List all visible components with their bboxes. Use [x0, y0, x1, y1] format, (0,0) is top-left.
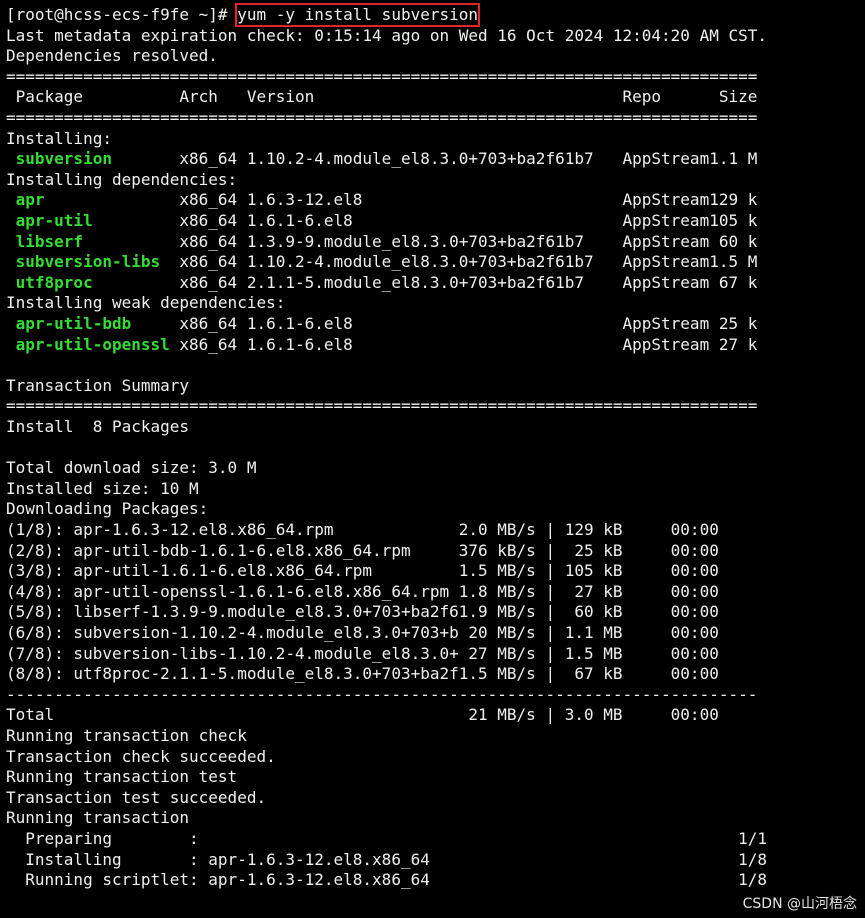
package-row: utf8proc x86_64 2.1.1-5.module_el8.3.0+7… — [6, 272, 758, 293]
download-row: (6/8): subversion-1.10.2-4.module_el8.3.… — [6, 623, 719, 642]
download-row: (8/8): utf8proc-2.1.1-5.module_el8.3.0+7… — [6, 664, 719, 684]
download-row: (2/8): apr-util-bdb-1.6.1-6.el8.x86_64.r… — [6, 540, 719, 560]
package-name: apr-util — [6, 211, 180, 230]
package-details: x86_64 1.6.1-6.el8 AppStream 25 k — [179, 314, 758, 333]
package-group-label: Installing: — [6, 128, 112, 148]
package-name: apr-util-bdb — [6, 314, 180, 333]
package-name: subversion — [6, 149, 180, 169]
separator-line: ========================================… — [6, 66, 758, 86]
package-details: x86_64 2.1.1-5.module_el8.3.0+703+ba2f61… — [179, 272, 758, 292]
shell-prompt: [root@hcss-ecs-f9fe ~]# — [6, 5, 238, 24]
package-row: subversion-libs x86_64 1.10.2-4.module_e… — [6, 252, 758, 272]
status-line: Running transaction test — [6, 767, 238, 787]
csdn-watermark: CSDN @山河梧念 — [742, 896, 857, 912]
total-row: Total 21 MB/s | 3.0 MB 00:00 — [6, 705, 719, 725]
table-header-row: Package Arch Version Repo Size — [6, 87, 758, 107]
package-row: apr-util x86_64 1.6.1-6.el8 AppStream105… — [6, 211, 758, 231]
download-row: (1/8): apr-1.6.3-12.el8.x86_64.rpm 2.0 M… — [6, 520, 719, 539]
package-row: subversion x86_64 1.10.2-4.module_el8.3.… — [6, 149, 758, 169]
progress-row: Preparing : 1/1 — [6, 829, 767, 848]
separator-line: ========================================… — [6, 396, 758, 416]
package-row: apr-util-openssl x86_64 1.6.1-6.el8 AppS… — [6, 334, 758, 355]
status-line: Running transaction check — [6, 726, 247, 745]
progress-row: Running scriptlet: apr-1.6.3-12.el8.x86_… — [6, 870, 767, 890]
separator-line: ----------------------------------------… — [6, 684, 758, 704]
output-line: Dependencies resolved. — [6, 46, 218, 66]
status-line: Transaction test succeeded. — [6, 787, 267, 807]
package-name: apr — [6, 190, 180, 210]
download-row: (4/8): apr-util-openssl-1.6.1-6.el8.x86_… — [6, 581, 719, 601]
package-details: x86_64 1.10.2-4.module_el8.3.0+703+ba2f6… — [179, 252, 758, 272]
package-row: apr-util-bdb x86_64 1.6.1-6.el8 AppStrea… — [6, 314, 758, 334]
package-details: x86_64 1.6.3-12.el8 AppStream129 k — [179, 190, 758, 210]
download-row: (3/8): apr-util-1.6.1-6.el8.x86_64.rpm 1… — [6, 561, 719, 581]
separator-line: ========================================… — [6, 108, 758, 127]
terminal-window[interactable]: [root@hcss-ecs-f9fe ~]# yum -y install s… — [0, 0, 865, 918]
prompt-line: [root@hcss-ecs-f9fe ~]# yum -y install s… — [6, 3, 481, 27]
package-name: apr-util-openssl — [6, 334, 180, 354]
package-name: libserf — [6, 231, 180, 251]
installed-size-line: Installed size: 10 M — [6, 478, 199, 498]
package-group-label: Installing weak dependencies: — [6, 293, 286, 313]
status-line: Running transaction — [6, 808, 190, 828]
package-name: utf8proc — [6, 272, 180, 292]
package-details: x86_64 1.10.2-4.module_el8.3.0+703+ba2f6… — [179, 149, 758, 169]
download-row: (5/8): libserf-1.3.9-9.module_el8.3.0+70… — [6, 602, 719, 622]
download-size-line: Total download size: 3.0 M — [6, 458, 257, 478]
package-details: x86_64 1.6.1-6.el8 AppStream 27 k — [179, 334, 758, 354]
transaction-summary-title: Transaction Summary — [6, 375, 190, 395]
downloading-label: Downloading Packages: — [6, 499, 209, 519]
install-count-line: Install 8 Packages — [6, 417, 190, 436]
package-name: subversion-libs — [6, 252, 180, 272]
package-group-label: Installing dependencies: — [6, 169, 238, 189]
package-row: apr x86_64 1.6.3-12.el8 AppStream129 k — [6, 190, 758, 210]
package-row: libserf x86_64 1.3.9-9.module_el8.3.0+70… — [6, 231, 758, 252]
package-details: x86_64 1.6.1-6.el8 AppStream105 k — [179, 211, 758, 230]
output-line: Last metadata expiration check: 0:15:14 … — [6, 25, 767, 45]
status-line: Transaction check succeeded. — [6, 746, 276, 766]
package-details: x86_64 1.3.9-9.module_el8.3.0+703+ba2f61… — [179, 231, 758, 251]
progress-row: Installing : apr-1.6.3-12.el8.x86_64 1/8 — [6, 849, 767, 869]
download-row: (7/8): subversion-libs-1.10.2-4.module_e… — [6, 643, 719, 663]
command-text[interactable]: yum -y install subversion — [235, 3, 481, 27]
